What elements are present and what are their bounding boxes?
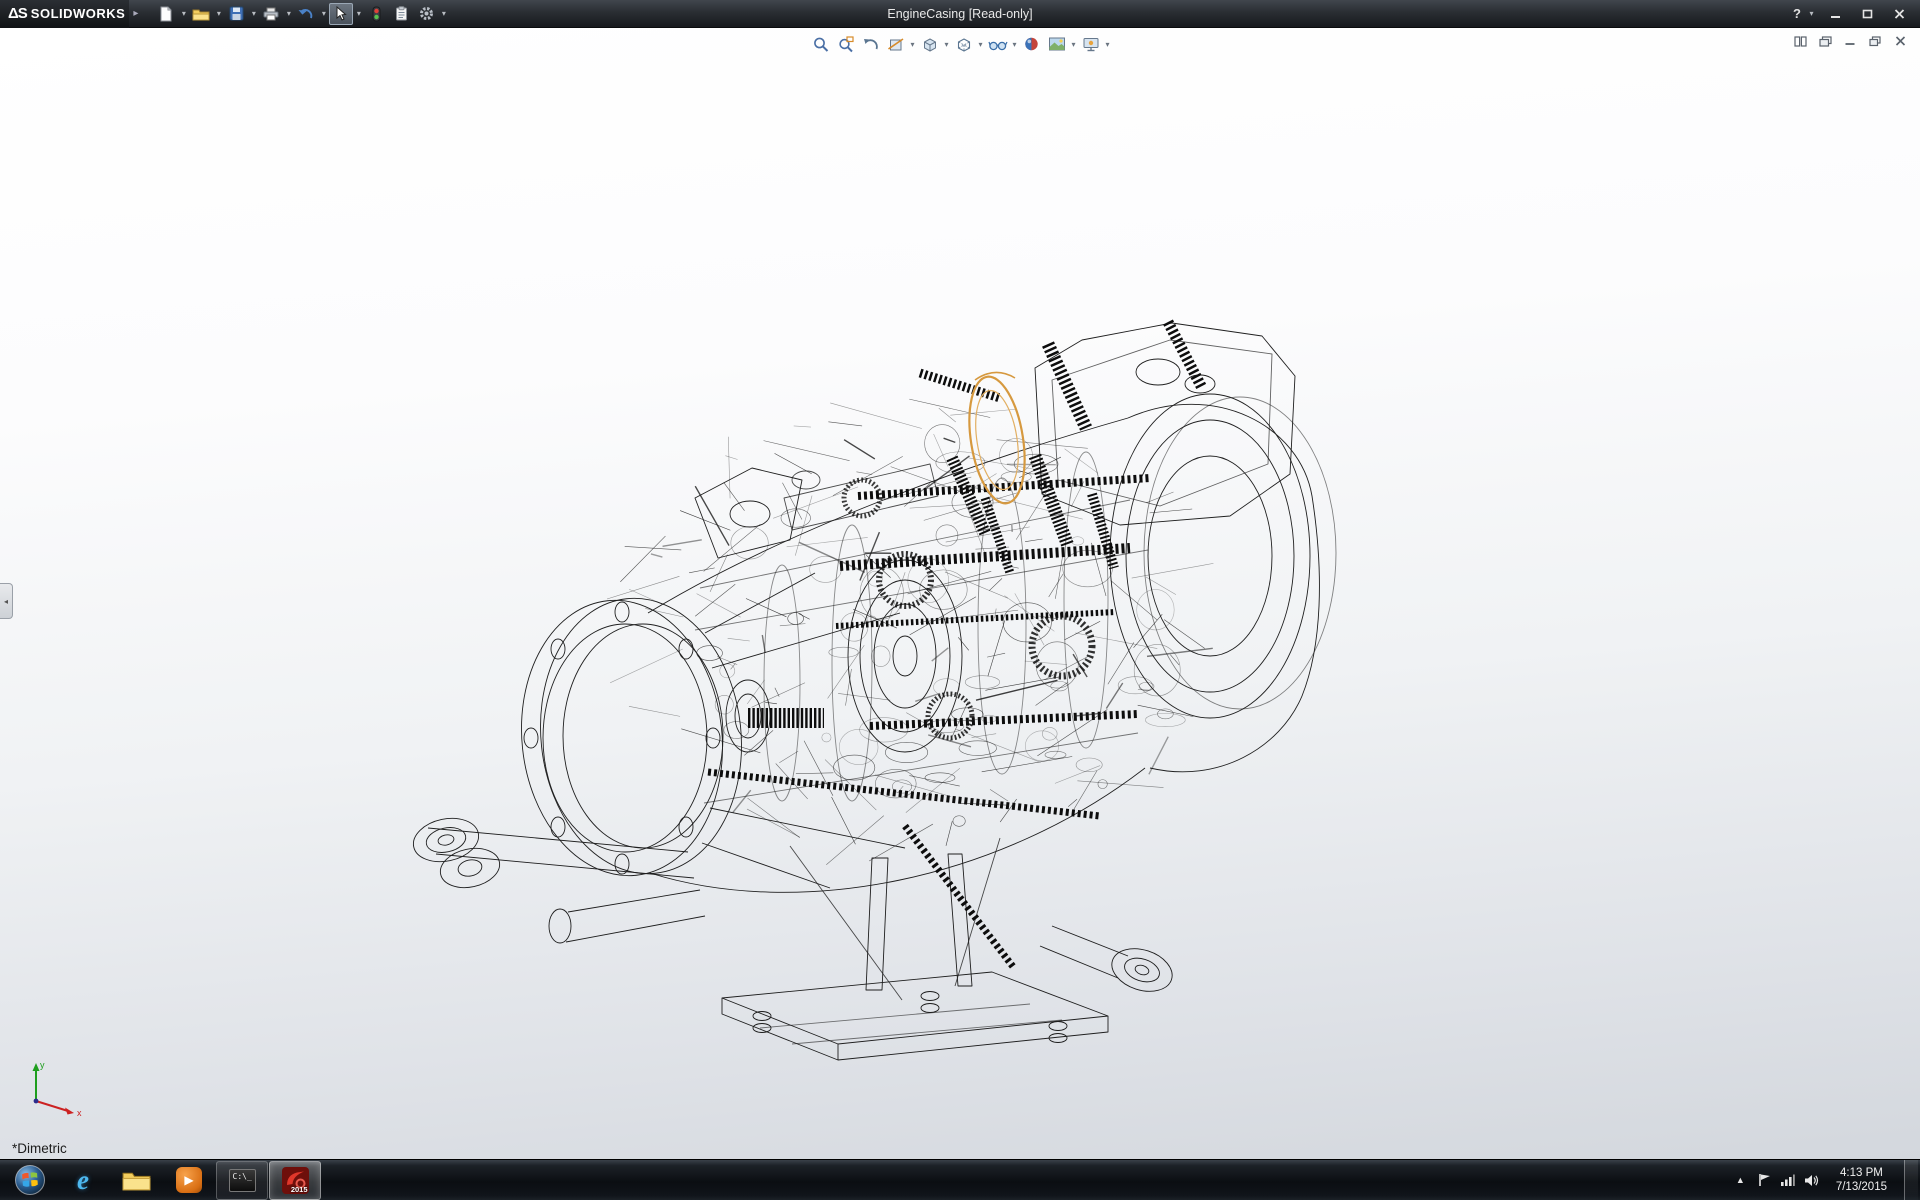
save-dropdown-icon[interactable]: ▾	[249, 9, 258, 18]
edit-appearance-button[interactable]	[1020, 32, 1044, 56]
network-icon[interactable]	[1780, 1174, 1795, 1187]
title-bar: ΔS SOLIDWORKS ▸ ▾ ▾ ▾ ▾ ▾ ▾ ▾ Engin	[0, 0, 1920, 28]
help-button[interactable]: ?	[1793, 6, 1801, 21]
triad-x-label: x	[77, 1108, 82, 1117]
hide-show-items-dropdown-icon[interactable]: ▾	[1011, 40, 1019, 49]
titlebar-right-controls: ? ▾	[1793, 5, 1920, 23]
media-player-icon: ▶	[176, 1167, 202, 1193]
open-dropdown-icon[interactable]: ▾	[214, 9, 223, 18]
apply-scene-dropdown-icon[interactable]: ▾	[1070, 40, 1078, 49]
document-window-controls	[1790, 33, 1910, 49]
system-tray: ▲ 4:13 PM 7/13/2015	[1732, 1160, 1920, 1200]
display-style-button[interactable]	[952, 32, 976, 56]
maximize-app-button[interactable]	[1854, 5, 1880, 23]
section-view-dropdown-icon[interactable]: ▾	[909, 40, 917, 49]
view-settings-dropdown-icon[interactable]: ▾	[1104, 40, 1112, 49]
view-orientation-label: *Dimetric	[12, 1141, 67, 1156]
heads-up-view-toolbar: ▾ ▾ ▾ ▾ ▾ ▾	[809, 32, 1112, 56]
command-prompt-icon: C:\_	[229, 1169, 256, 1192]
tile-windows-button[interactable]	[1790, 33, 1810, 49]
standard-toolbar: ▾ ▾ ▾ ▾ ▾ ▾ ▾	[154, 3, 448, 25]
windows-orb-icon	[14, 1164, 46, 1196]
file-properties-button[interactable]	[389, 3, 413, 25]
hide-show-items-button[interactable]	[986, 32, 1010, 56]
print-button[interactable]	[259, 3, 283, 25]
close-document-button[interactable]	[1890, 33, 1910, 49]
taskbar-clock[interactable]: 4:13 PM 7/13/2015	[1828, 1166, 1895, 1194]
folder-icon	[122, 1169, 151, 1192]
options-dropdown-icon[interactable]: ▾	[439, 9, 448, 18]
task-pane-collapse-tab[interactable]: ◂	[0, 583, 13, 619]
zoom-to-area-button[interactable]	[834, 32, 858, 56]
windows-taskbar: e ▶ C:\_ 2015 ▲	[0, 1159, 1920, 1200]
new-document-button[interactable]	[154, 3, 178, 25]
section-view-button[interactable]	[884, 32, 908, 56]
solidworks-year-badge: 2015	[291, 1185, 308, 1194]
taskbar-item-internet-explorer[interactable]: e	[57, 1161, 109, 1200]
clock-time: 4:13 PM	[1836, 1166, 1887, 1180]
print-dropdown-icon[interactable]: ▾	[284, 9, 293, 18]
apply-scene-button[interactable]	[1045, 32, 1069, 56]
volume-icon[interactable]	[1804, 1174, 1819, 1187]
help-dropdown-icon[interactable]: ▾	[1807, 9, 1816, 18]
view-orientation-button[interactable]	[918, 32, 942, 56]
clock-date: 7/13/2015	[1836, 1180, 1887, 1194]
internet-explorer-icon: e	[77, 1167, 89, 1194]
zoom-to-fit-button[interactable]	[809, 32, 833, 56]
taskbar-item-command-prompt[interactable]: C:\_	[216, 1161, 268, 1200]
taskbar-item-windows-explorer[interactable]	[110, 1161, 162, 1200]
graphics-viewport[interactable]: ▾ ▾ ▾ ▾ ▾ ▾	[0, 28, 1920, 1159]
select-button[interactable]	[329, 3, 353, 25]
reference-triad: y x	[22, 1055, 94, 1117]
engine-casing-wireframe-model	[0, 28, 1920, 1159]
select-dropdown-icon[interactable]: ▾	[354, 9, 363, 18]
previous-view-button[interactable]	[859, 32, 883, 56]
show-hidden-icons-button[interactable]: ▲	[1732, 1171, 1749, 1189]
view-orientation-dropdown-icon[interactable]: ▾	[943, 40, 951, 49]
open-button[interactable]	[189, 3, 213, 25]
solidworks-logo: ΔS SOLIDWORKS	[0, 0, 129, 28]
close-app-button[interactable]	[1886, 5, 1912, 23]
restore-document-button[interactable]	[1865, 33, 1885, 49]
solidworks-app-icon: 2015	[282, 1167, 309, 1194]
action-center-icon[interactable]	[1758, 1173, 1771, 1187]
minimize-document-button[interactable]	[1840, 33, 1860, 49]
solidworks-logo-text: SOLIDWORKS	[31, 6, 126, 21]
show-desktop-button[interactable]	[1904, 1160, 1918, 1200]
cascade-windows-button[interactable]	[1815, 33, 1835, 49]
menu-expand-arrow-icon[interactable]: ▸	[133, 8, 138, 19]
display-style-dropdown-icon[interactable]: ▾	[977, 40, 985, 49]
triad-y-label: y	[40, 1060, 45, 1070]
undo-dropdown-icon[interactable]: ▾	[319, 9, 328, 18]
options-button[interactable]	[414, 3, 438, 25]
save-button[interactable]	[224, 3, 248, 25]
undo-button[interactable]	[294, 3, 318, 25]
view-settings-button[interactable]	[1079, 32, 1103, 56]
document-title: EngineCasing [Read-only]	[887, 7, 1032, 21]
new-document-dropdown-icon[interactable]: ▾	[179, 9, 188, 18]
taskbar-item-media-player[interactable]: ▶	[163, 1161, 215, 1200]
minimize-app-button[interactable]	[1822, 5, 1848, 23]
start-button[interactable]	[4, 1161, 56, 1200]
rebuild-button[interactable]	[364, 3, 388, 25]
taskbar-item-solidworks[interactable]: 2015	[269, 1161, 321, 1200]
solidworks-logo-mark-icon: ΔS	[8, 5, 27, 22]
